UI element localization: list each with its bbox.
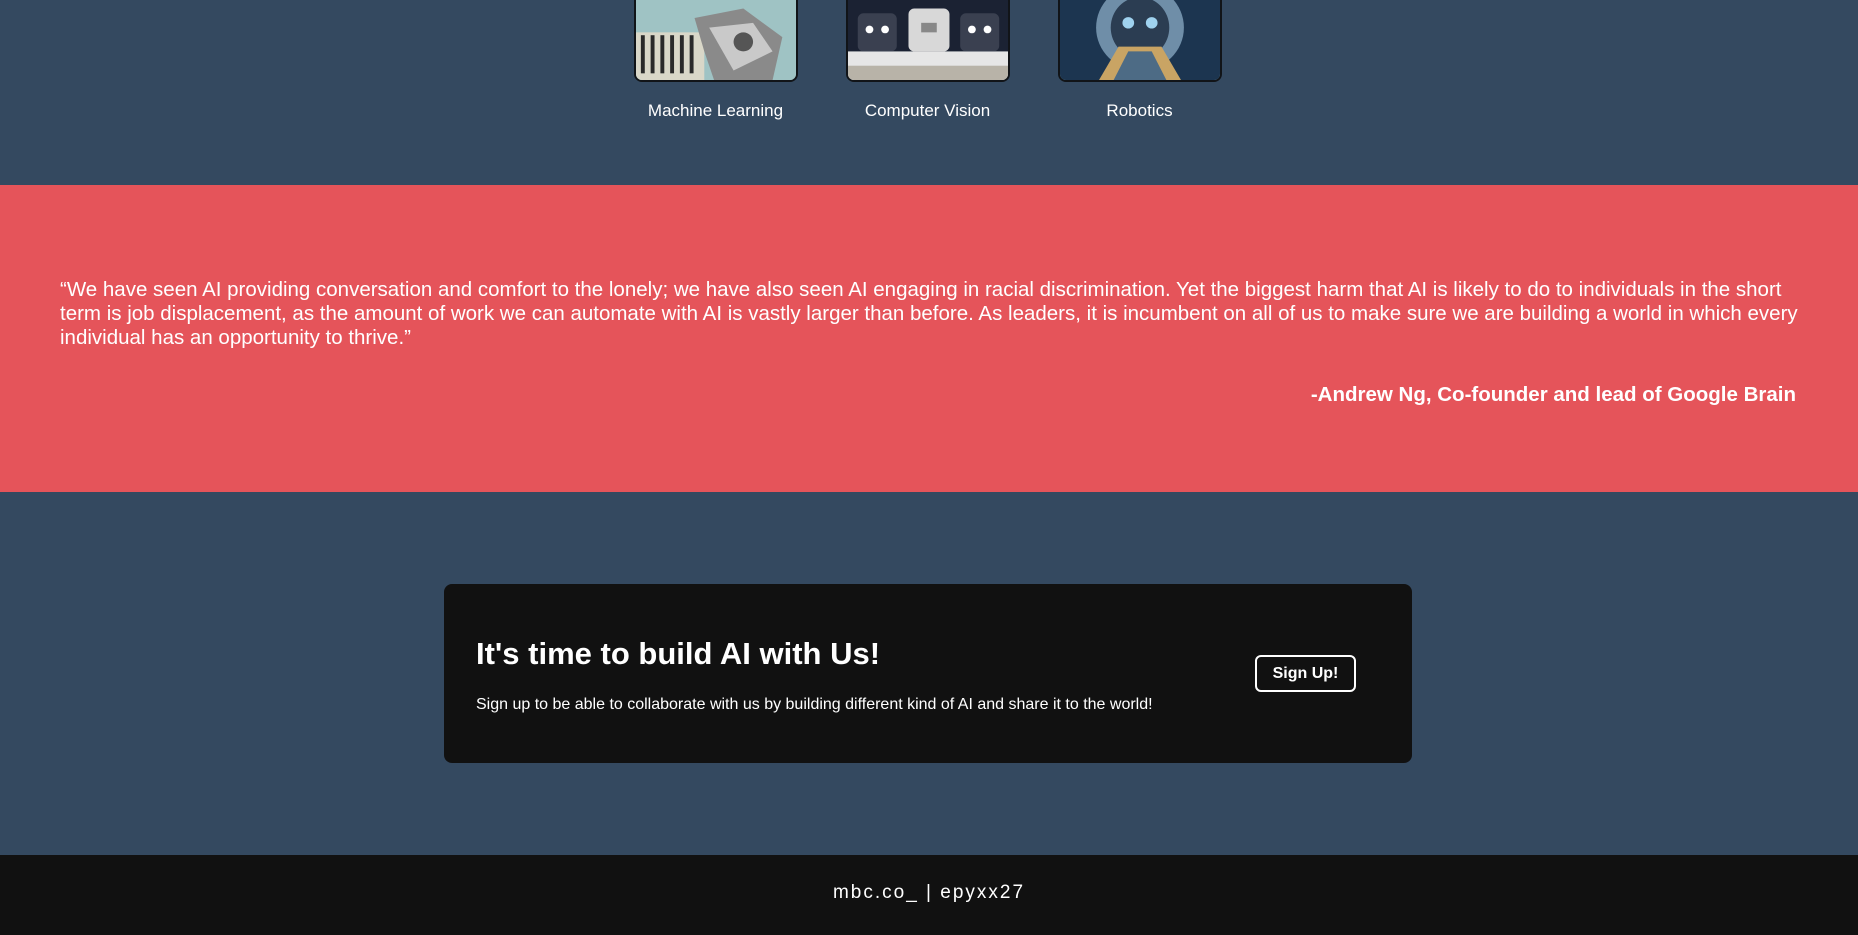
topic-computer-vision[interactable]: Computer Vision (845, 0, 1010, 121)
footer: mbc.co_ | epyxx27 (0, 855, 1858, 935)
signup-card: It's time to build AI with Us! Sign up t… (444, 584, 1412, 763)
footer-text: mbc.co_ | epyxx27 (832, 882, 1026, 903)
robot-hand-piano-image (633, 0, 798, 82)
topic-label: Robotics (1106, 101, 1173, 120)
robot-faces-image (845, 0, 1010, 82)
quote-section: “We have seen AI providing conversation … (0, 185, 1858, 492)
quote-author: -Andrew Ng, Co-founder and lead of Googl… (1310, 383, 1796, 406)
cta-subtitle: Sign up to be able to collaborate with u… (476, 696, 1153, 713)
cta-section: It's time to build AI with Us! Sign up t… (0, 492, 1858, 855)
topic-robotics[interactable]: Robotics (1057, 0, 1222, 121)
cta-title: It's time to build AI with Us! (476, 636, 881, 671)
quote-text: “We have seen AI providing conversation … (60, 278, 1798, 349)
robot-head-image (1057, 0, 1222, 82)
signup-button[interactable]: Sign Up! (1255, 655, 1356, 692)
topic-label: Computer Vision (864, 101, 991, 120)
topic-label: Machine Learning (647, 101, 784, 120)
topic-machine-learning[interactable]: Machine Learning (633, 0, 798, 121)
topics-section: Machine Learning Computer Vision Robotic… (0, 0, 1858, 185)
